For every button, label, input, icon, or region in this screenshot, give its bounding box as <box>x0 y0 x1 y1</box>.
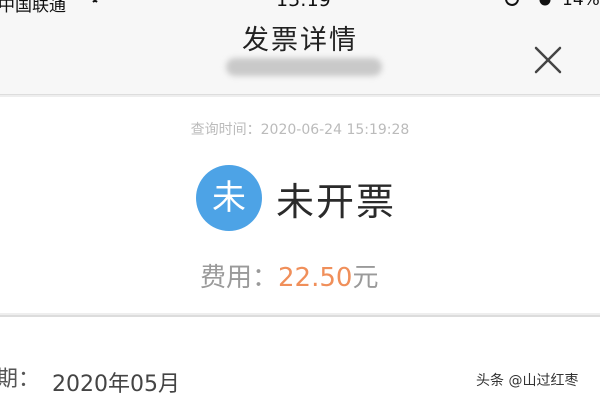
wifi-icon <box>86 0 104 9</box>
fee-amount: 22.50 <box>278 263 353 293</box>
nav-bar: 发票详情 <box>0 14 600 94</box>
invoice-summary-card: 查询时间：2020-06-24 15:19:28 未 未开票 费用：22.50元 <box>0 97 600 313</box>
status-bar: 中国联通 15:19 14% <box>0 0 600 14</box>
page-title: 发票详情 <box>242 25 358 56</box>
query-time: 查询时间：2020-06-24 15:19:28 <box>190 122 410 138</box>
status-badge: 未 <box>196 165 262 231</box>
divider <box>0 94 600 95</box>
status-text: 未开票 <box>276 180 397 224</box>
fee-unit: 元 <box>352 263 379 293</box>
fee-row: 费用：22.50元 <box>200 257 378 294</box>
status-time: 15:19 <box>276 0 331 11</box>
close-icon <box>534 46 562 74</box>
fee-label: 费用： <box>200 263 279 293</box>
rotation-lock-icon <box>505 0 519 10</box>
carrier-name: 中国联通 <box>0 0 66 14</box>
close-button[interactable] <box>530 42 566 78</box>
billing-period-label: 期： <box>0 367 41 392</box>
alarm-icon <box>538 0 552 10</box>
blurred-subtitle <box>226 58 382 76</box>
watermark: 头条 @山过红枣 <box>476 373 579 389</box>
battery-level: 14% <box>562 0 600 10</box>
billing-period-value: 2020年05月 <box>52 372 180 397</box>
